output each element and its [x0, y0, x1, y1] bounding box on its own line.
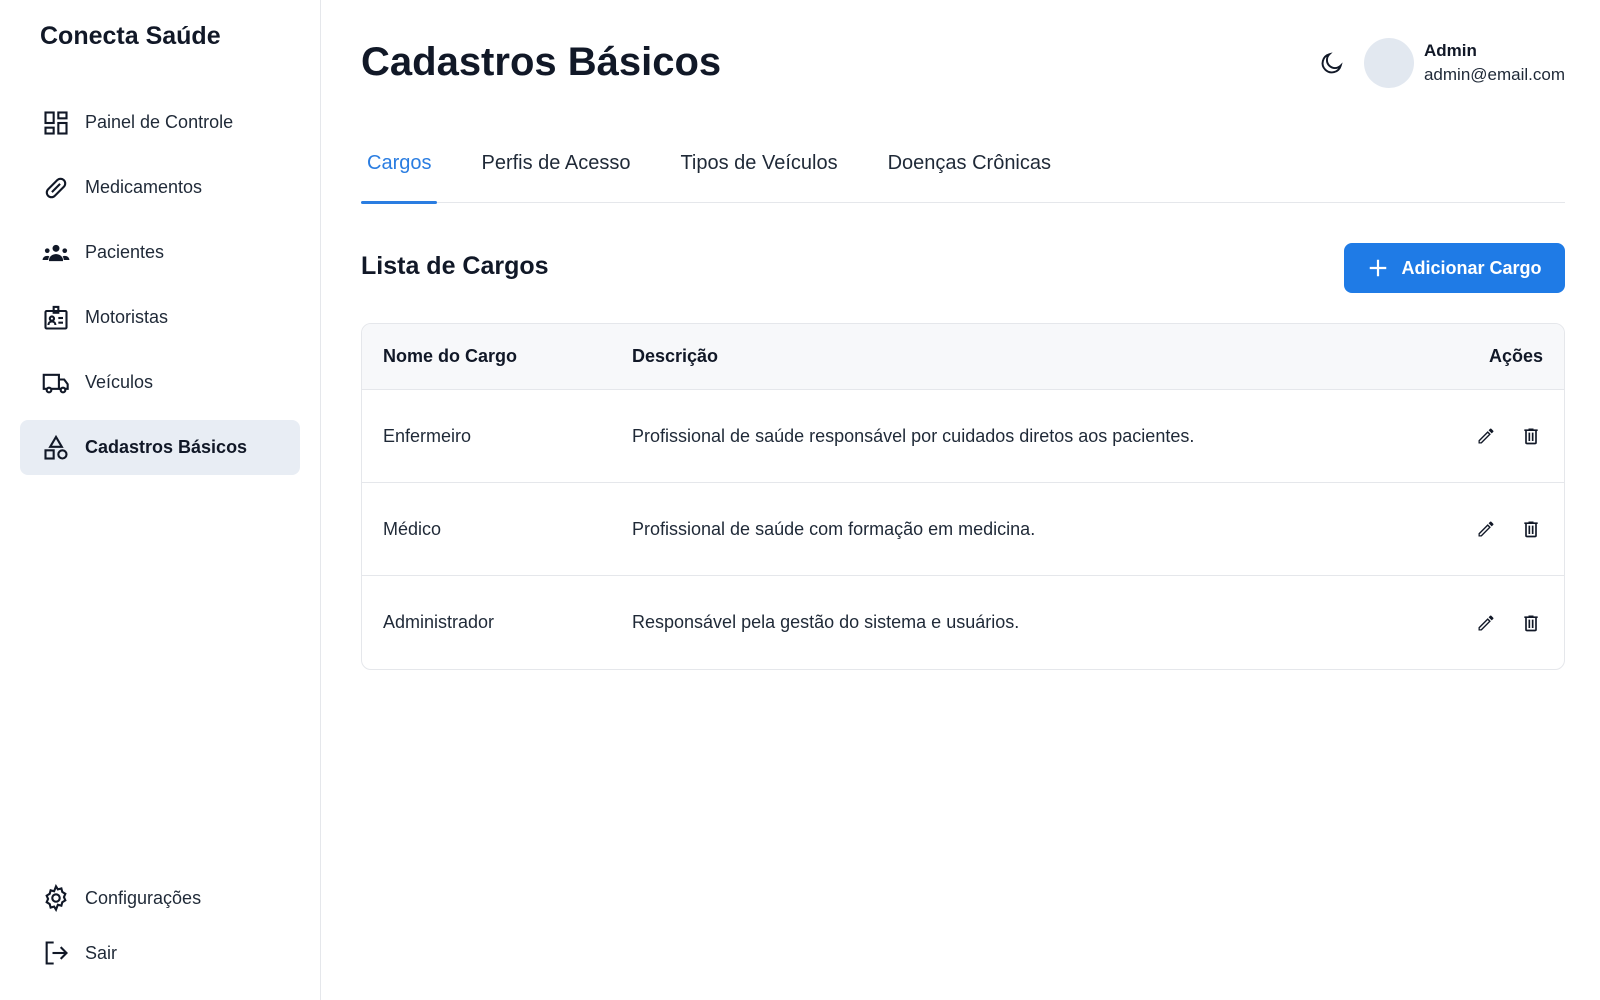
sidebar-bottom-nav: Configurações Sair	[20, 874, 300, 984]
edit-button[interactable]	[1474, 424, 1498, 448]
edit-button[interactable]	[1474, 611, 1498, 635]
column-header-actions: Ações	[1488, 346, 1543, 366]
delete-button[interactable]	[1519, 611, 1543, 635]
sidebar-item-sair[interactable]: Sair	[20, 929, 300, 977]
tab-tipos-de-veiculos[interactable]: Tipos de Veículos	[674, 140, 843, 203]
sidebar-item-cadastros-basicos[interactable]: Cadastros Básicos	[20, 420, 300, 475]
dashboard-icon	[40, 107, 72, 139]
cell-description: Profissional de saúde com formação em me…	[632, 518, 1036, 539]
pencil-icon	[1478, 428, 1494, 444]
main-content: Cadastros Básicos Admin admin@email.com …	[361, 0, 1565, 1000]
table-row: Enfermeiro Profissional de saúde respons…	[362, 390, 1564, 483]
cell-actions	[1404, 611, 1564, 635]
section-title: Lista de Cargos	[361, 252, 549, 280]
cell-actions	[1404, 424, 1564, 448]
tab-bar: Cargos Perfis de Acesso Tipos de Veículo…	[361, 140, 1565, 204]
tab-perfis-de-acesso[interactable]: Perfis de Acesso	[475, 140, 636, 203]
cargos-table: Nome do Cargo Descrição Ações Enfermeiro…	[361, 323, 1565, 670]
sidebar-item-label: Pacientes	[85, 242, 165, 262]
avatar[interactable]	[1363, 38, 1414, 88]
pill-icon	[40, 172, 72, 204]
cell-name: Administrador	[383, 612, 495, 632]
cell-actions	[1404, 517, 1564, 541]
delete-button[interactable]	[1519, 424, 1543, 448]
sidebar-nav: Painel de Controle Medicamentos Paciente…	[20, 95, 300, 485]
sidebar-item-label: Medicamentos	[85, 177, 203, 197]
column-header-description: Descrição	[632, 346, 719, 366]
sidebar-item-pacientes[interactable]: Pacientes	[20, 225, 300, 280]
table-row: Administrador Responsável pela gestão do…	[362, 576, 1564, 669]
trash-icon	[1524, 615, 1538, 631]
people-icon	[40, 237, 72, 269]
delete-button[interactable]	[1519, 517, 1543, 541]
gear-icon	[40, 882, 72, 914]
tab-cargos[interactable]: Cargos	[361, 140, 438, 204]
cell-description: Responsável pela gestão do sistema e usu…	[632, 612, 1020, 632]
sidebar-item-configuracoes[interactable]: Configurações	[20, 874, 300, 922]
theme-toggle-button[interactable]	[1312, 43, 1352, 83]
trash-icon	[1524, 521, 1538, 538]
table-header: Nome do Cargo Descrição Ações	[362, 324, 1564, 390]
logout-icon	[40, 937, 72, 969]
trash-icon	[1524, 428, 1538, 445]
sidebar-item-label: Painel de Controle	[85, 112, 234, 132]
moon-icon	[1321, 52, 1343, 74]
user-info: Admin admin@email.com	[1424, 39, 1565, 87]
add-cargo-label: Adicionar Cargo	[1401, 257, 1542, 278]
tab-doencas-cronicas[interactable]: Doenças Crônicas	[882, 140, 1057, 203]
sidebar-item-label: Configurações	[85, 887, 202, 908]
user-email: admin@email.com	[1423, 65, 1565, 84]
cell-description: Profissional de saúde responsável por cu…	[632, 425, 1195, 446]
pencil-icon	[1478, 614, 1494, 630]
edit-button[interactable]	[1474, 517, 1498, 541]
sidebar-item-painel-de-controle[interactable]: Painel de Controle	[20, 95, 300, 150]
sidebar-item-label: Cadastros Básicos	[85, 437, 248, 457]
plus-icon	[1370, 259, 1387, 277]
table-row: Médico Profissional de saúde com formaçã…	[362, 483, 1564, 576]
pencil-icon	[1478, 521, 1494, 537]
id-badge-icon	[40, 302, 72, 334]
truck-icon	[40, 367, 72, 399]
sidebar: Conecta Saúde Painel de Controle Medicam…	[0, 0, 321, 1000]
sidebar-item-veiculos[interactable]: Veículos	[20, 355, 300, 410]
sidebar-item-motoristas[interactable]: Motoristas	[20, 290, 300, 345]
cell-name: Enfermeiro	[383, 425, 472, 446]
add-cargo-button[interactable]: Adicionar Cargo	[1344, 243, 1565, 293]
shapes-icon	[40, 432, 72, 464]
page-title: Cadastros Básicos	[361, 40, 722, 84]
column-header-name: Nome do Cargo	[383, 346, 518, 366]
user-header: Admin admin@email.com	[1312, 38, 1565, 88]
sidebar-item-medicamentos[interactable]: Medicamentos	[20, 160, 300, 215]
sidebar-item-label: Motoristas	[85, 307, 169, 327]
sidebar-item-label: Sair	[85, 942, 118, 963]
app-brand: Conecta Saúde	[40, 22, 221, 50]
user-name: Admin	[1423, 41, 1477, 60]
sidebar-item-label: Veículos	[85, 372, 154, 392]
cell-name: Médico	[383, 518, 442, 539]
